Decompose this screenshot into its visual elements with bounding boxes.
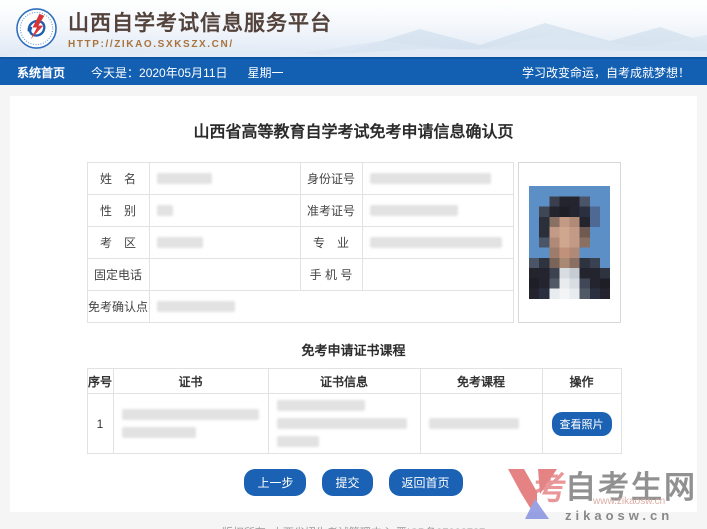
site-url: HTTP://ZIKAO.SXKSZX.CN/ (68, 39, 234, 50)
field-label-landline: 固定电话 (86, 258, 150, 291)
field-value-gender (148, 194, 301, 227)
field-value-district (148, 226, 301, 259)
col-header-cert-info: 证书信息 (267, 368, 421, 394)
cert-table-row: 1 查看照片 (86, 393, 622, 454)
return-home-button[interactable]: 返回首页 (388, 469, 463, 496)
site-banner: 山西自学考试信息服务平台 HTTP://ZIKAO.SXKSZX.CN/ (0, 0, 707, 57)
field-label-district: 考 区 (86, 226, 150, 259)
field-value-ticket-number (361, 194, 514, 227)
applicant-photo (528, 186, 610, 299)
redacted-value (156, 173, 212, 184)
redacted-value (276, 400, 365, 411)
operation-cell: 查看照片 (541, 393, 622, 454)
field-label-mobile: 手 机 号 (299, 258, 363, 291)
redacted-value (276, 418, 407, 429)
page-area: 山西省高等教育自学考试免考申请信息确认页 姓 名 身份证号 性 别 准考证号 考… (0, 85, 707, 529)
table-row: 考 区 专 业 (86, 226, 514, 259)
exempt-course-cell (419, 393, 543, 454)
col-header-no: 序号 (86, 368, 114, 394)
table-row: 性 别 准考证号 (86, 194, 514, 227)
field-value-mobile (361, 258, 514, 291)
nav-home-link[interactable]: 系统首页 (17, 64, 65, 81)
site-logo-icon (16, 8, 57, 49)
col-header-certificate: 证书 (112, 368, 269, 394)
redacted-value (276, 436, 319, 447)
redacted-value (369, 237, 502, 248)
main-navbar: 系统首页 今天是：2020年05月11日 星期一 学习改变命运，自考成就梦想！ (0, 57, 707, 85)
field-label-name: 姓 名 (86, 162, 150, 195)
field-value-name (148, 162, 301, 195)
redacted-value (369, 205, 458, 216)
footer-copyright: 版权所有: 山西省招生考试管理中心 晋ICP备07002787 (10, 525, 697, 529)
view-photo-button[interactable]: 查看照片 (551, 411, 612, 436)
field-label-ticket-number: 准考证号 (299, 194, 363, 227)
field-label-gender: 性 别 (86, 194, 150, 227)
field-value-major (361, 226, 514, 259)
col-header-exempt-course: 免考课程 (419, 368, 543, 394)
redacted-value (156, 237, 203, 248)
action-buttons: 上一步 提交 返回首页 (87, 469, 621, 496)
field-value-id-number (361, 162, 514, 195)
previous-step-button[interactable]: 上一步 (244, 469, 307, 496)
applicant-info-table: 姓 名 身份证号 性 别 准考证号 考 区 专 业 固定电话 手 机 号 免考确… (86, 162, 514, 323)
page-title: 山西省高等教育自学考试免考申请信息确认页 (193, 124, 514, 141)
nav-date-text: 今天是：2020年05月11日 (91, 65, 228, 80)
page-footer: 版权所有: 山西省招生考试管理中心 晋ICP备07002787 山西自学考试信息… (10, 525, 697, 529)
field-label-id-number: 身份证号 (299, 162, 363, 195)
cert-table: 序号 证书 证书信息 免考课程 操作 1 查看照片 (86, 368, 622, 454)
cert-name-cell (112, 393, 269, 454)
nav-weekday-text: 星期一 (247, 65, 284, 80)
redacted-value (156, 205, 173, 216)
redacted-value (428, 418, 519, 429)
redacted-value (156, 301, 235, 312)
cert-section-title: 免考申请证书课程 (301, 343, 406, 358)
content-card: 山西省高等教育自学考试免考申请信息确认页 姓 名 身份证号 性 别 准考证号 考… (10, 96, 697, 512)
photo-frame (517, 162, 621, 323)
table-row: 免考确认点 (86, 290, 514, 323)
submit-button[interactable]: 提交 (322, 469, 373, 496)
cert-table-header-row: 序号 证书 证书信息 免考课程 操作 (86, 368, 622, 394)
field-value-landline (148, 258, 301, 291)
site-title: 山西自学考试信息服务平台 (68, 12, 332, 35)
cert-row-number: 1 (86, 393, 114, 454)
redacted-value (121, 409, 259, 420)
field-label-major: 专 业 (299, 226, 363, 259)
applicant-info-section: 姓 名 身份证号 性 别 准考证号 考 区 专 业 固定电话 手 机 号 免考确… (86, 162, 621, 323)
field-label-confirm-point: 免考确认点 (86, 290, 150, 323)
cert-info-cell (267, 393, 421, 454)
redacted-value (121, 427, 196, 438)
redacted-value (369, 173, 491, 184)
col-header-operation: 操作 (541, 368, 622, 394)
table-row: 姓 名 身份证号 (86, 162, 514, 195)
field-value-confirm-point (148, 290, 514, 323)
table-row: 固定电话 手 机 号 (86, 258, 514, 291)
nav-slogan-text: 学习改变命运，自考成就梦想！ (521, 65, 690, 80)
